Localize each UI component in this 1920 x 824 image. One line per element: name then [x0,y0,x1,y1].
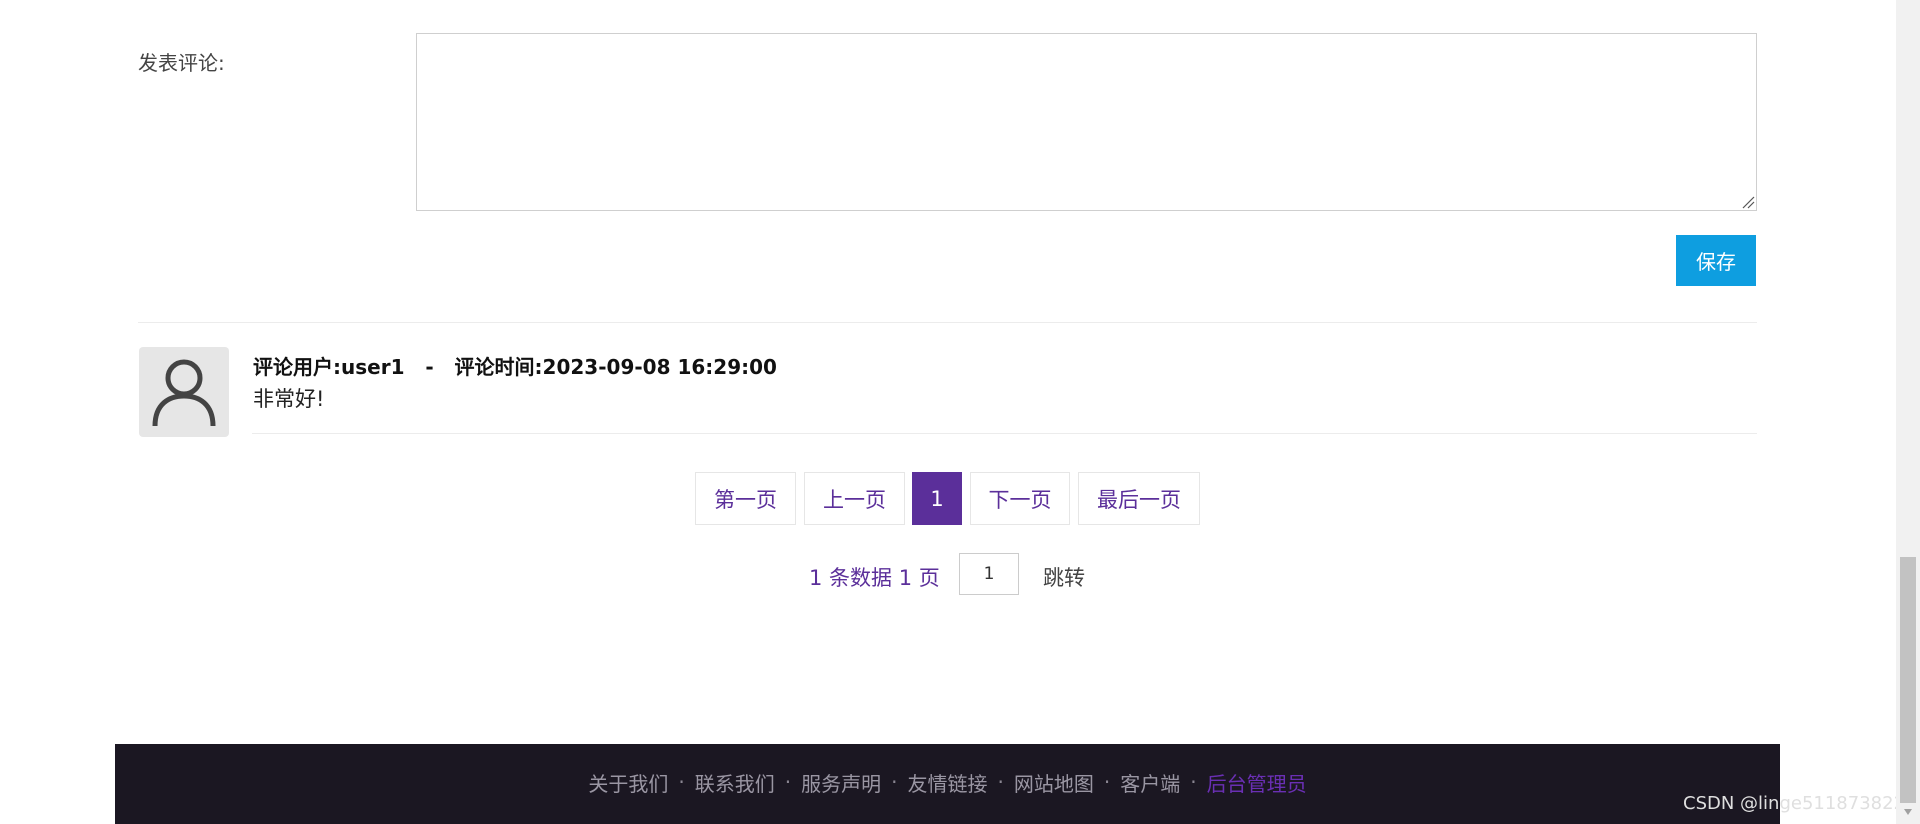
watermark: CSDN @linge511873822 [1683,793,1906,814]
pagination-first[interactable]: 第一页 [695,472,796,525]
footer: 关于我们 · 联系我们 · 服务声明 · 友情链接 · 网站地图 · 客户端 ·… [115,744,1780,824]
comment-body: 非常好! [253,387,325,411]
footer-separator: · [997,770,1004,794]
resize-grip-icon[interactable] [1741,195,1755,209]
comment-textarea[interactable] [416,33,1757,211]
page-summary: 1 条数据 1 页 [809,566,940,590]
footer-separator: · [784,770,792,794]
avatar [139,347,229,437]
footer-link-sitemap[interactable]: 网站地图 [1014,768,1094,797]
footer-separator: · [678,770,685,794]
footer-link-about[interactable]: 关于我们 [588,768,668,797]
footer-link-contact[interactable]: 联系我们 [695,768,775,797]
pagination-next[interactable]: 下一页 [970,472,1070,525]
scrollbar-thumb[interactable] [1900,557,1916,803]
save-button[interactable]: 保存 [1676,235,1756,286]
footer-separator: · [1103,770,1111,794]
scroll-down-arrow-icon[interactable] [1902,806,1914,818]
pagination-last[interactable]: 最后一页 [1078,472,1200,525]
user-avatar-icon [152,359,216,427]
footer-separator: · [891,770,898,794]
comment-form-label: 发表评论: [138,51,225,75]
footer-link-client[interactable]: 客户端 [1120,768,1180,797]
pagination-prev[interactable]: 上一页 [804,472,905,525]
divider [138,322,1757,323]
footer-link-friends[interactable]: 友情链接 [908,768,988,797]
pagination-current[interactable]: 1 [912,472,962,525]
page-number-input[interactable] [959,553,1019,595]
footer-link-admin[interactable]: 后台管理员 [1207,768,1307,797]
footer-link-service[interactable]: 服务声明 [801,768,881,797]
divider [252,433,1757,434]
comment-meta: 评论用户:user1 - 评论时间:2023-09-08 16:29:00 [253,355,777,379]
footer-separator: · [1190,770,1197,794]
jump-button[interactable]: 跳转 [1043,562,1085,592]
